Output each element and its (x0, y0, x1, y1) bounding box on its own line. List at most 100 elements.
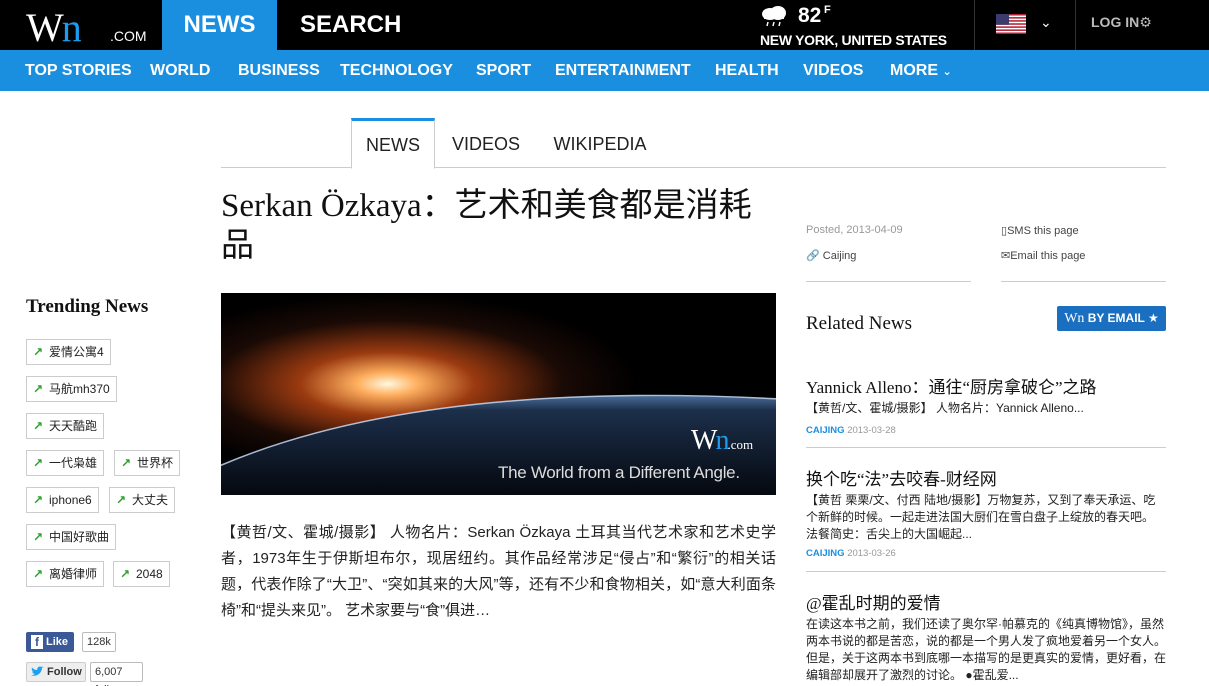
related-date: 2013-03-28 (847, 425, 896, 436)
nav-entertainment[interactable]: ENTERTAINMENT (555, 50, 691, 91)
nav-more-label: MORE (890, 62, 938, 79)
like-count: 128k (82, 632, 116, 652)
trending-item[interactable]: ↗ 爱情公寓4 (26, 339, 111, 365)
divider (1001, 281, 1166, 282)
trend-up-icon: ↗ (33, 345, 44, 359)
weather-widget[interactable]: 82 F NEW YORK, UNITED STATES (760, 2, 960, 50)
trending-label: 中国好歌曲 (49, 530, 110, 544)
trending-item[interactable]: ↗ 2048 (113, 561, 170, 587)
tab-wikipedia[interactable]: WIKIPEDIA (543, 118, 657, 168)
trending-label: 爱情公寓4 (49, 345, 104, 359)
article-image[interactable]: Wn.com The World from a Different Angle. (221, 293, 776, 495)
related-item-source: CAIJING 2013-03-28 (806, 425, 896, 436)
trending-item[interactable]: ↗ 世界杯 (114, 450, 181, 476)
nav-videos[interactable]: VIDEOS (803, 50, 863, 91)
wn-logo[interactable]: Wn .COM (0, 0, 162, 50)
related-item-title[interactable]: 换个吃“法”去咬春-财经网 (806, 465, 1166, 490)
trending-item[interactable]: ↗ 大丈夫 (109, 487, 176, 513)
top-bar: Wn .COM NEWS SEARCH 82 F NEW YORK, UNITE… (0, 0, 1209, 50)
trend-up-icon: ↗ (116, 493, 127, 507)
nav-business[interactable]: BUSINESS (238, 50, 320, 91)
trending-item[interactable]: ↗ 离婚律师 (26, 561, 105, 587)
image-watermark-logo: Wn.com (691, 425, 753, 457)
trending-title: Trending News (26, 296, 149, 317)
trending-item[interactable]: ↗ 天天酷跑 (26, 413, 105, 439)
related-news-title: Related News (806, 313, 913, 334)
related-date: 2013-03-26 (847, 548, 896, 559)
like-label: Like (46, 636, 69, 648)
trend-up-icon: ↗ (33, 493, 44, 507)
related-item-body: 【黄哲 栗栗/文、付西 陆地/摄影】万物复苏，又到了奉天承运、吃个新鲜的时候。一… (806, 493, 1156, 541)
top-news-link[interactable]: NEWS (162, 0, 277, 50)
logo-w: W (26, 5, 64, 50)
sms-label: SMS this page (1007, 225, 1079, 237)
divider (1075, 0, 1076, 50)
logo-com: .COM (110, 28, 147, 44)
trending-item[interactable]: ↗ 中国好歌曲 (26, 524, 117, 550)
weather-temp: 82 (798, 4, 822, 27)
tab-news[interactable]: NEWS (351, 118, 435, 169)
related-item-title[interactable]: @霍乱时期的爱情 (806, 589, 1166, 614)
trending-label: 马航mh370 (49, 382, 110, 396)
gear-icon: ⚙ (1139, 14, 1152, 30)
content-tabs: NEWS VIDEOS WIKIPEDIA (221, 118, 1166, 169)
email-link[interactable]: ✉Email this page (1001, 249, 1085, 262)
logo-n: n (61, 5, 82, 50)
image-tagline: The World from a Different Angle. (498, 463, 740, 482)
divider (974, 0, 975, 50)
related-item-body: 在读这本书之前，我们还读了奥尔罕·帕慕克的《纯真博物馆》，虽然两本书说的都是苦恋… (806, 617, 1167, 682)
nav-technology[interactable]: TECHNOLOGY (340, 50, 453, 91)
related-source[interactable]: CAIJING (806, 425, 845, 436)
trend-up-icon: ↗ (33, 567, 44, 581)
tab-videos[interactable]: VIDEOS (445, 118, 527, 168)
nav-health[interactable]: HEALTH (715, 50, 779, 91)
article-headline: Serkan Özkaya：艺术和美食都是消耗品 (221, 188, 752, 264)
trending-label: iphone6 (49, 493, 92, 507)
nav-more[interactable]: MORE ⌄ (890, 50, 952, 91)
trending-item[interactable]: ↗ iphone6 (26, 487, 99, 513)
subscribe-email-button[interactable]: Wn BY EMAIL ★ (1057, 306, 1166, 331)
link-icon: 🔗 (806, 250, 820, 262)
trending-label: 一代枭雄 (49, 456, 98, 470)
related-item-title[interactable]: Yannick Alleno：通往“厨房拿破仑”之路 (806, 373, 1166, 398)
trending-item[interactable]: ↗ 一代枭雄 (26, 450, 105, 476)
trend-up-icon: ↗ (121, 456, 132, 470)
login-label: LOG IN (1091, 14, 1140, 30)
twitter-follow-button[interactable]: Follow (26, 662, 86, 682)
nav-world[interactable]: WORLD (150, 50, 210, 91)
section-nav: TOP STORIES WORLD BUSINESS TECHNOLOGY SP… (0, 50, 1209, 91)
top-search-link[interactable]: SEARCH (300, 0, 401, 50)
weather-unit: F (824, 4, 831, 16)
trend-up-icon: ↗ (120, 567, 131, 581)
us-flag-icon[interactable] (996, 14, 1026, 34)
trending-item[interactable]: ↗ 马航mh370 (26, 376, 117, 402)
envelope-icon: ✉ (1001, 250, 1011, 262)
trend-up-icon: ↗ (33, 382, 44, 396)
trending-label: 离婚律师 (49, 567, 98, 581)
trending-label: 世界杯 (137, 456, 174, 470)
related-source[interactable]: CAIJING (806, 548, 845, 559)
weather-location: NEW YORK, UNITED STATES (760, 32, 947, 48)
wn-small-logo: Wn (1064, 311, 1085, 326)
posted-date: Posted, 2013-04-09 (806, 224, 903, 236)
chevron-down-icon: ⌄ (942, 66, 952, 78)
followers-count: 6,007 followers (90, 662, 144, 686)
source-link[interactable]: 🔗 Caijing (806, 249, 856, 262)
nav-top-stories[interactable]: TOP STORIES (25, 50, 132, 91)
related-item-body: 【黄哲/文、霍城/摄影】 人物名片：Yannick Alleno... (806, 401, 1084, 415)
trending-label: 大丈夫 (132, 493, 169, 507)
chevron-down-icon[interactable]: ⌄ (1040, 14, 1052, 31)
email-button-label: BY EMAIL (1087, 311, 1145, 325)
sms-link[interactable]: ▯SMS this page (1001, 224, 1079, 237)
source-label: Caijing (822, 250, 857, 262)
trending-label: 天天酷跑 (49, 419, 98, 433)
nav-sport[interactable]: SPORT (476, 50, 531, 91)
divider (806, 281, 971, 282)
facebook-like-button[interactable]: f Like (26, 632, 74, 652)
divider (806, 447, 1166, 448)
image-logo-n: n (715, 425, 729, 456)
star-icon: ★ (1148, 311, 1159, 325)
login-link[interactable]: LOG IN⚙ (1091, 14, 1152, 31)
rain-cloud-icon (762, 6, 786, 27)
article-excerpt[interactable]: 【黄哲/文、霍城/摄影】 人物名片：Serkan Özkaya 土耳其当代艺术家… (221, 520, 776, 624)
